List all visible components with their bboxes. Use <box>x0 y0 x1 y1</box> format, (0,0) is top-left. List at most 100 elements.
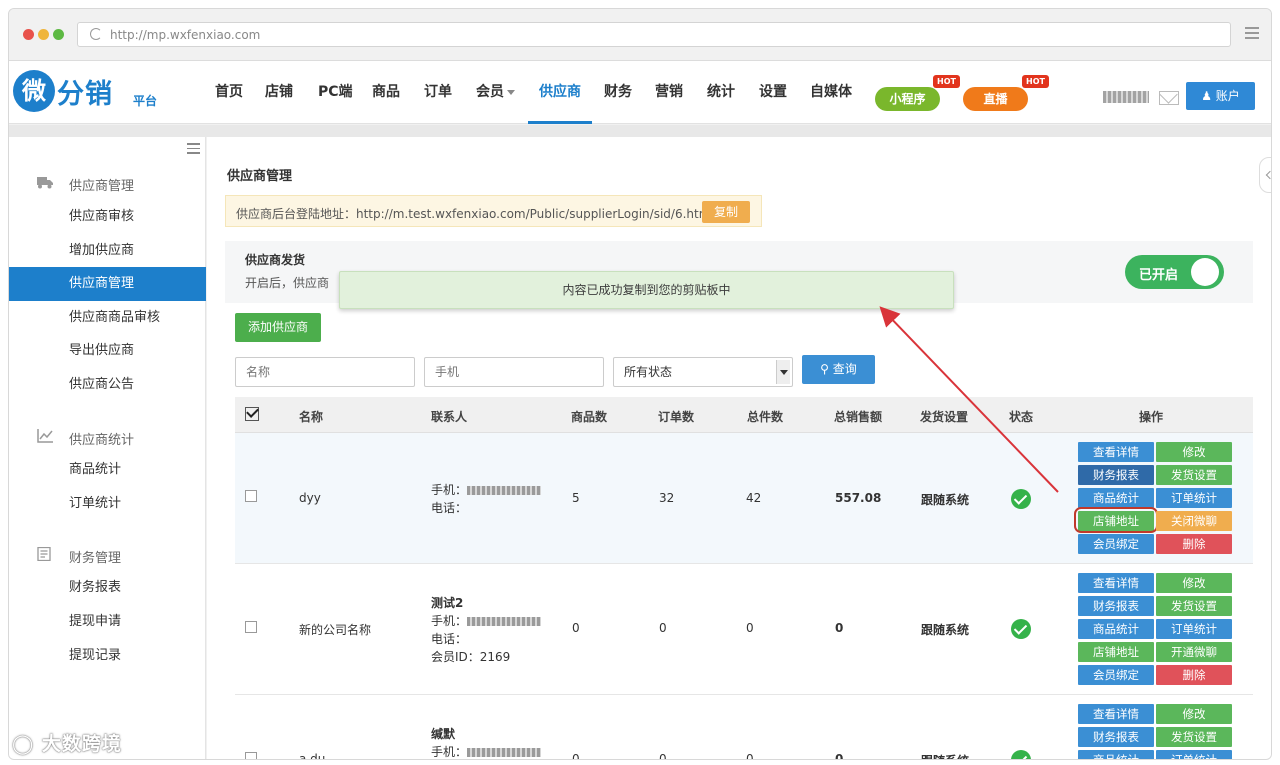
order-stats-button[interactable]: 订单统计 <box>1156 619 1232 639</box>
nav-goods[interactable]: 商品 <box>372 81 400 101</box>
view-details-button[interactable]: 查看详情 <box>1078 704 1154 724</box>
row-checkbox[interactable] <box>245 621 257 633</box>
sidebar-item-goods-stats[interactable]: 商品统计 <box>9 453 206 487</box>
minimize-window-button[interactable] <box>38 29 49 40</box>
nav-marketing[interactable]: 营销 <box>655 81 683 101</box>
shipping-toggle[interactable]: 已开启 <box>1125 255 1224 289</box>
order-stats-button[interactable]: 订单统计 <box>1156 488 1232 508</box>
finance-report-button[interactable]: 财务报表 <box>1078 596 1154 616</box>
close-chat-button[interactable]: 关闭微聊 <box>1156 511 1232 531</box>
sidebar-item-withdraw-records[interactable]: 提现记录 <box>9 639 206 673</box>
status-check-icon <box>1011 619 1031 639</box>
delete-button[interactable]: 删除 <box>1156 665 1232 685</box>
nav-orders[interactable]: 订单 <box>424 81 452 101</box>
name-search-input[interactable] <box>235 357 415 387</box>
chevron-down-icon <box>507 89 515 95</box>
nav-self-media[interactable]: 自媒体 <box>810 81 852 101</box>
address-bar[interactable]: http://mp.wxfenxiao.com <box>77 22 1231 47</box>
edit-button[interactable]: 修改 <box>1156 704 1232 724</box>
view-details-button[interactable]: 查看详情 <box>1078 442 1154 462</box>
username-blurred <box>1103 91 1149 103</box>
sidebar-item-order-stats[interactable]: 订单统计 <box>9 487 206 521</box>
table-header: 名称 联系人 商品数 订单数 总件数 总销售额 发货设置 状态 操作 <box>235 397 1253 433</box>
item-count: 42 <box>746 491 762 505</box>
member-bind-button[interactable]: 会员绑定 <box>1078 534 1154 554</box>
nav-settings[interactable]: 设置 <box>759 81 787 101</box>
nav-pc[interactable]: PC端 <box>318 81 353 101</box>
store-address-button[interactable]: 店铺地址 <box>1078 642 1154 662</box>
login-url-text: 供应商后台登陆地址：http://m.test.wxfenxiao.com/Pu… <box>236 207 714 221</box>
sidebar-item-export-supplier[interactable]: 导出供应商 <box>9 334 206 368</box>
sidebar-item-withdraw-apply[interactable]: 提现申请 <box>9 605 206 639</box>
sidebar-item-add-supplier[interactable]: 增加供应商 <box>9 234 206 268</box>
delete-button[interactable]: 删除 <box>1156 534 1232 554</box>
shipping-setting: 跟随系统 <box>921 493 970 507</box>
goods-stats-button[interactable]: 商品统计 <box>1078 619 1154 639</box>
contact-name: 测试2 <box>431 596 464 610</box>
browser-menu-icon[interactable] <box>1245 27 1259 41</box>
column-header: 商品数 <box>571 410 608 424</box>
open-chat-button[interactable]: 开通微聊 <box>1156 642 1232 662</box>
logo[interactable]: 微 分销 平台 <box>13 70 163 112</box>
goods-count: 0 <box>572 621 580 635</box>
row-checkbox[interactable] <box>245 752 257 759</box>
contact-phone: 手机： <box>431 481 542 498</box>
contact-tel: 电话： <box>431 632 468 646</box>
edit-button[interactable]: 修改 <box>1156 442 1232 462</box>
sidebar-group-label: 供应商统计 <box>69 433 135 448</box>
sidebar-collapse-icon[interactable] <box>187 143 200 157</box>
account-button[interactable]: ♟ 账户 <box>1186 82 1255 110</box>
close-window-button[interactable] <box>23 29 34 40</box>
item-count: 0 <box>746 621 754 635</box>
maximize-window-button[interactable] <box>53 29 64 40</box>
shipping-settings-button[interactable]: 发货设置 <box>1156 727 1232 747</box>
sidebar-item-goods-review[interactable]: 供应商商品审核 <box>9 301 206 335</box>
reload-icon[interactable] <box>90 28 102 40</box>
search-button[interactable]: ⚲ 查询 <box>802 355 875 384</box>
nav-finance[interactable]: 财务 <box>604 81 632 101</box>
nav-stats[interactable]: 统计 <box>707 81 735 101</box>
add-supplier-button[interactable]: 添加供应商 <box>235 313 321 342</box>
column-header: 总件数 <box>747 410 784 424</box>
goods-stats-button[interactable]: 商品统计 <box>1078 750 1154 759</box>
edit-button[interactable]: 修改 <box>1156 573 1232 593</box>
nav-store[interactable]: 店铺 <box>265 81 293 101</box>
nav-supplier[interactable]: 供应商 <box>539 81 581 101</box>
account-label: 账户 <box>1215 89 1240 103</box>
row-checkbox[interactable] <box>245 490 257 502</box>
watermark: ◯ 大数跨境 <box>12 729 122 756</box>
order-count: 0 <box>659 752 667 760</box>
mini-program-button[interactable]: 小程序 <box>875 87 940 111</box>
select-all-checkbox[interactable] <box>245 407 259 421</box>
watermark-logo-icon: ◯ <box>12 733 35 755</box>
goods-count: 0 <box>572 752 580 760</box>
collapse-panel-icon[interactable] <box>1259 157 1271 193</box>
sidebar-item-finance-report[interactable]: 财务报表 <box>9 571 206 605</box>
item-count: 0 <box>746 752 754 760</box>
truck-icon <box>37 177 53 189</box>
status-select-value: 所有状态 <box>624 365 673 379</box>
finance-report-button[interactable]: 财务报表 <box>1078 465 1154 485</box>
sidebar-item-supplier-notice[interactable]: 供应商公告 <box>9 368 206 402</box>
sidebar-item-supplier-review[interactable]: 供应商审核 <box>9 200 206 234</box>
shipping-settings-button[interactable]: 发货设置 <box>1156 465 1232 485</box>
sidebar: 供应商管理 供应商审核 增加供应商 供应商管理 供应商商品审核 导出供应商 供应… <box>9 137 206 759</box>
live-button[interactable]: 直播 <box>963 87 1028 111</box>
shipping-settings-button[interactable]: 发货设置 <box>1156 596 1232 616</box>
top-navigation: 微 分销 平台 首页 店铺 PC端 商品 订单 会员 供应商 财务 营销 统计 … <box>9 61 1271 124</box>
member-bind-button[interactable]: 会员绑定 <box>1078 665 1154 685</box>
order-stats-button[interactable]: 订单统计 <box>1156 750 1232 759</box>
status-select[interactable]: 所有状态 <box>613 357 793 387</box>
sidebar-item-supplier-manage[interactable]: 供应商管理 <box>9 267 206 301</box>
nav-home[interactable]: 首页 <box>215 81 243 101</box>
mail-icon[interactable] <box>1159 91 1179 105</box>
copy-button[interactable]: 复制 <box>702 201 750 223</box>
goods-stats-button[interactable]: 商品统计 <box>1078 488 1154 508</box>
status-check-icon <box>1011 489 1031 509</box>
view-details-button[interactable]: 查看详情 <box>1078 573 1154 593</box>
table-row: a.du 缄默 手机： 0 0 0 0 跟随系统 查看详情 修改 财务报表 发货… <box>235 695 1253 760</box>
phone-blurred <box>467 617 542 626</box>
nav-members[interactable]: 会员 <box>476 81 515 101</box>
finance-report-button[interactable]: 财务报表 <box>1078 727 1154 747</box>
phone-search-input[interactable] <box>424 357 604 387</box>
